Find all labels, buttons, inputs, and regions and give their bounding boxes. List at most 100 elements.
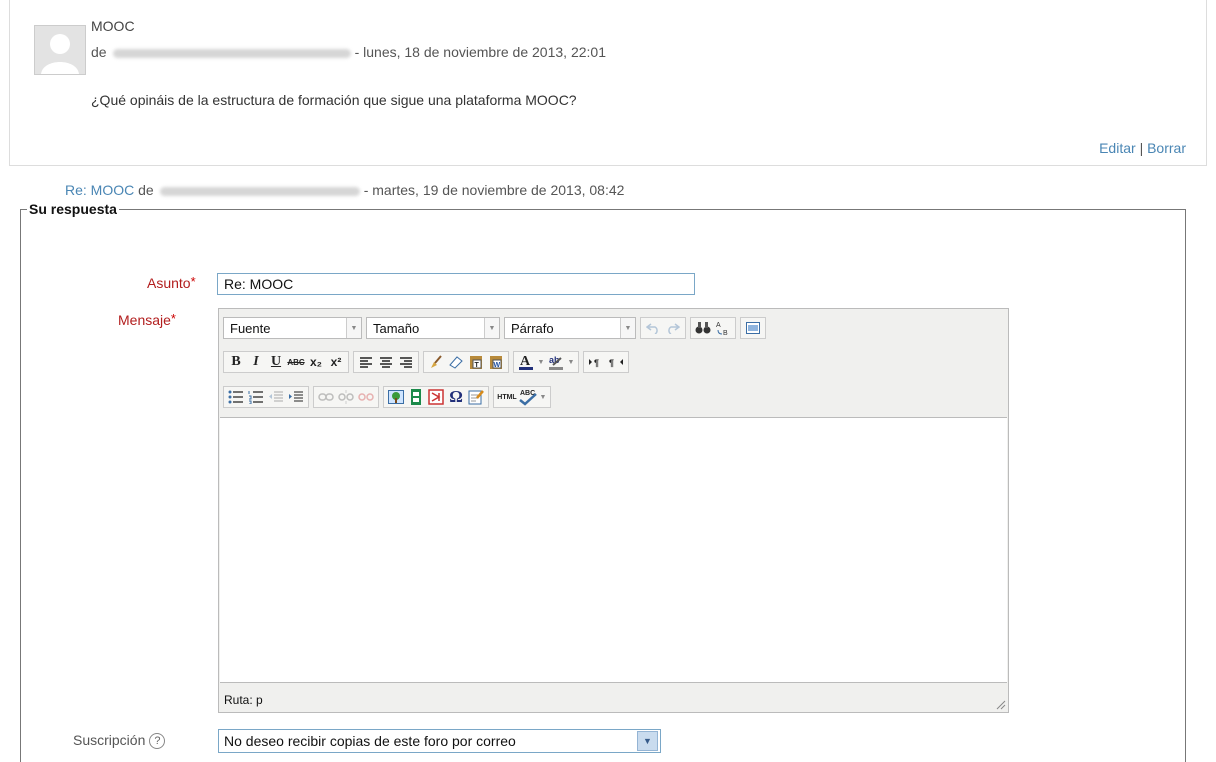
- binoculars-icon: [695, 322, 711, 334]
- font-select[interactable]: Fuente ▼: [223, 317, 362, 339]
- link-group: [313, 386, 379, 408]
- chevron-down-icon[interactable]: ▼: [536, 352, 546, 372]
- outdent-button[interactable]: [266, 387, 286, 407]
- redo-button[interactable]: [663, 318, 683, 338]
- film-icon: [411, 389, 421, 405]
- align-left-icon: [360, 357, 372, 368]
- required-asterisk: *: [170, 311, 176, 326]
- chevron-down-icon[interactable]: ▼: [566, 352, 576, 372]
- html-source-icon[interactable]: HTML: [496, 387, 518, 407]
- message-editor-area[interactable]: [220, 417, 1007, 683]
- svg-text:W: W: [494, 362, 501, 369]
- reply-subject-link[interactable]: Re: MOOC: [65, 182, 134, 198]
- align-right-button[interactable]: [396, 352, 416, 372]
- undo-button[interactable]: [643, 318, 663, 338]
- svg-text:A: A: [716, 322, 721, 329]
- chevron-down-icon: ▼: [620, 318, 635, 338]
- toolbar-row-2: B I U ABC x₂ x² T W A ▼ ab ▼ ¶ ¶: [223, 350, 633, 374]
- paste-word-icon: W: [490, 356, 502, 369]
- insert-group: Ω: [383, 386, 489, 408]
- numbered-list-icon: [248, 391, 263, 404]
- replace-button[interactable]: AB: [713, 318, 733, 338]
- svg-text:A: A: [520, 354, 531, 369]
- text-color-icon: A: [519, 354, 533, 370]
- resize-grip-icon[interactable]: [994, 698, 1006, 710]
- fullscreen-button[interactable]: [743, 318, 763, 338]
- omega-icon[interactable]: Ω: [446, 387, 466, 407]
- reply-by-prefix: de: [138, 182, 154, 198]
- insert-moodle-media-button[interactable]: [426, 387, 446, 407]
- bullet-list-button[interactable]: [226, 387, 246, 407]
- toolbar-row-3: Ω HTML ABC ▼: [223, 385, 555, 409]
- view-group: [740, 317, 766, 339]
- find-button[interactable]: [693, 318, 713, 338]
- cleanup-button[interactable]: [426, 352, 446, 372]
- insert-link-button[interactable]: [316, 387, 336, 407]
- fullscreen-icon: [746, 322, 760, 334]
- edit-link[interactable]: Editar: [1099, 140, 1136, 156]
- editor-path: Ruta: p: [224, 693, 263, 707]
- avatar[interactable]: [34, 25, 86, 75]
- insert-image-button[interactable]: [386, 387, 406, 407]
- eraser-icon: [449, 356, 463, 369]
- align-group: [353, 351, 419, 373]
- ltr-button[interactable]: ¶: [586, 352, 606, 372]
- link-icon: [318, 393, 334, 401]
- paste-word-button[interactable]: W: [486, 352, 506, 372]
- eraser-button[interactable]: [446, 352, 466, 372]
- chevron-down-icon[interactable]: ▼: [538, 387, 548, 407]
- superscript-button[interactable]: x²: [326, 352, 346, 372]
- post-body: ¿Qué opináis de la estructura de formaci…: [91, 92, 577, 108]
- delete-link[interactable]: Borrar: [1147, 140, 1186, 156]
- rich-text-editor: Fuente ▼ Tamaño ▼ Párrafo ▼ A B B I U AB…: [218, 308, 1009, 713]
- author-name-redacted[interactable]: [112, 48, 351, 58]
- align-left-button[interactable]: [356, 352, 376, 372]
- post-byline: de - lunes, 18 de noviembre de 2013, 22:0…: [91, 44, 606, 60]
- chevron-down-icon: ▼: [637, 731, 658, 751]
- edit-document-icon: [468, 390, 484, 405]
- post-subject: MOOC: [91, 18, 135, 34]
- help-icon[interactable]: ?: [149, 733, 166, 750]
- ltr-icon: ¶: [589, 358, 599, 368]
- outdent-icon: [269, 391, 283, 402]
- list-group: [223, 386, 309, 408]
- direction-group: ¶ ¶: [583, 351, 629, 373]
- undo-icon: [646, 323, 658, 334]
- chevron-down-icon: ▼: [346, 318, 361, 338]
- underline-button[interactable]: U: [266, 352, 286, 372]
- spellcheck-button[interactable]: ABC: [518, 387, 538, 407]
- align-center-button[interactable]: [376, 352, 396, 372]
- moodle-media-icon: [428, 389, 444, 405]
- html-group: HTML ABC ▼: [493, 386, 551, 408]
- format-select[interactable]: Párrafo ▼: [504, 317, 636, 339]
- color-group: A ▼ ab ▼: [513, 351, 579, 373]
- reply-author-redacted[interactable]: [159, 186, 360, 196]
- anchor-button[interactable]: [356, 387, 376, 407]
- numbered-list-button[interactable]: [246, 387, 266, 407]
- subject-input[interactable]: [217, 273, 695, 295]
- insert-media-button[interactable]: [406, 387, 426, 407]
- size-select[interactable]: Tamaño ▼: [366, 317, 500, 339]
- bold-button[interactable]: B: [226, 352, 246, 372]
- svg-text:T: T: [475, 362, 480, 369]
- italic-button[interactable]: I: [246, 352, 266, 372]
- forum-post: MOOC de - lunes, 18 de noviembre de 2013,…: [9, 0, 1207, 166]
- rtl-button[interactable]: ¶: [606, 352, 626, 372]
- by-prefix: de: [91, 44, 107, 60]
- subscription-select[interactable]: No deseo recibir copias de este foro por…: [218, 729, 661, 753]
- highlight-color-button[interactable]: ab: [546, 352, 566, 372]
- rtl-icon: ¶: [609, 358, 623, 368]
- subscript-button[interactable]: x₂: [306, 352, 326, 372]
- clean-group: T W: [423, 351, 509, 373]
- indent-button[interactable]: [286, 387, 306, 407]
- reply-date: - martes, 19 de noviembre de 2013, 08:42: [363, 182, 625, 198]
- anchor-break-icon: [358, 393, 374, 401]
- insert-template-button[interactable]: [466, 387, 486, 407]
- strikethrough-button[interactable]: ABC: [286, 352, 306, 372]
- unlink-icon: [338, 390, 354, 404]
- toolbar-row-1: Fuente ▼ Tamaño ▼ Párrafo ▼ A B: [223, 316, 770, 340]
- paste-text-button[interactable]: T: [466, 352, 486, 372]
- unlink-button[interactable]: [336, 387, 356, 407]
- text-color-button[interactable]: A: [516, 352, 536, 372]
- align-center-icon: [380, 357, 392, 368]
